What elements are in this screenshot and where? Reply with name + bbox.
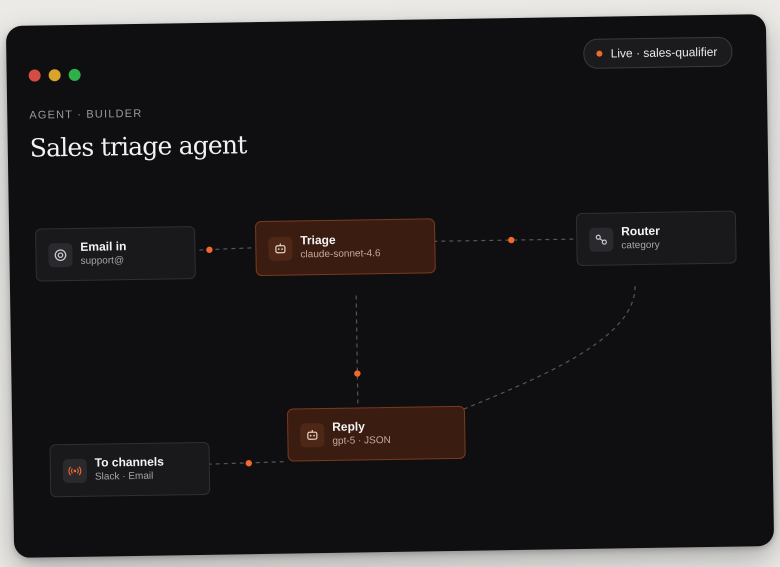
edge-triage-reply <box>355 295 359 411</box>
node-triage-title: Triage <box>300 232 336 248</box>
target-icon <box>48 242 73 267</box>
node-to-channels[interactable]: To channels Slack · Email <box>49 441 211 498</box>
node-reply-subtitle: gpt-5 · JSON <box>332 435 391 447</box>
route-icon <box>589 226 614 252</box>
node-reply[interactable]: Reply gpt-5 · JSON <box>286 405 466 462</box>
node-reply-title: Reply <box>332 419 365 434</box>
edge-email-triage-port <box>206 246 213 254</box>
node-email-in-title: Email in <box>80 239 127 254</box>
node-triage-subtitle: claude-sonnet-4.6 <box>300 248 381 261</box>
node-to-channels-title: To channels <box>94 454 164 470</box>
node-email-in-subtitle: support@ <box>80 255 125 267</box>
robot-icon <box>300 422 325 447</box>
node-router[interactable]: Router category <box>575 210 737 267</box>
node-router-title: Router <box>621 223 660 239</box>
agent-builder-window: Live · sales-qualifier AGENT · BUILDER S… <box>5 14 775 558</box>
edge-triage-router <box>417 238 590 243</box>
node-triage[interactable]: Triage claude-sonnet-4.6 <box>254 218 436 277</box>
broadcast-icon <box>62 458 88 483</box>
edge-triage-reply-port <box>354 370 361 377</box>
node-router-subtitle: category <box>621 239 660 252</box>
node-to-channels-subtitle: Slack · Email <box>94 470 154 483</box>
stage: Live · sales-qualifier AGENT · BUILDER S… <box>0 0 780 567</box>
node-email-in[interactable]: Email in support@ <box>35 226 196 282</box>
edge-router-reply <box>426 286 636 425</box>
edge-reply-channels-port <box>245 460 252 467</box>
edge-triage-router-port <box>508 236 515 244</box>
robot-icon <box>268 236 293 261</box>
